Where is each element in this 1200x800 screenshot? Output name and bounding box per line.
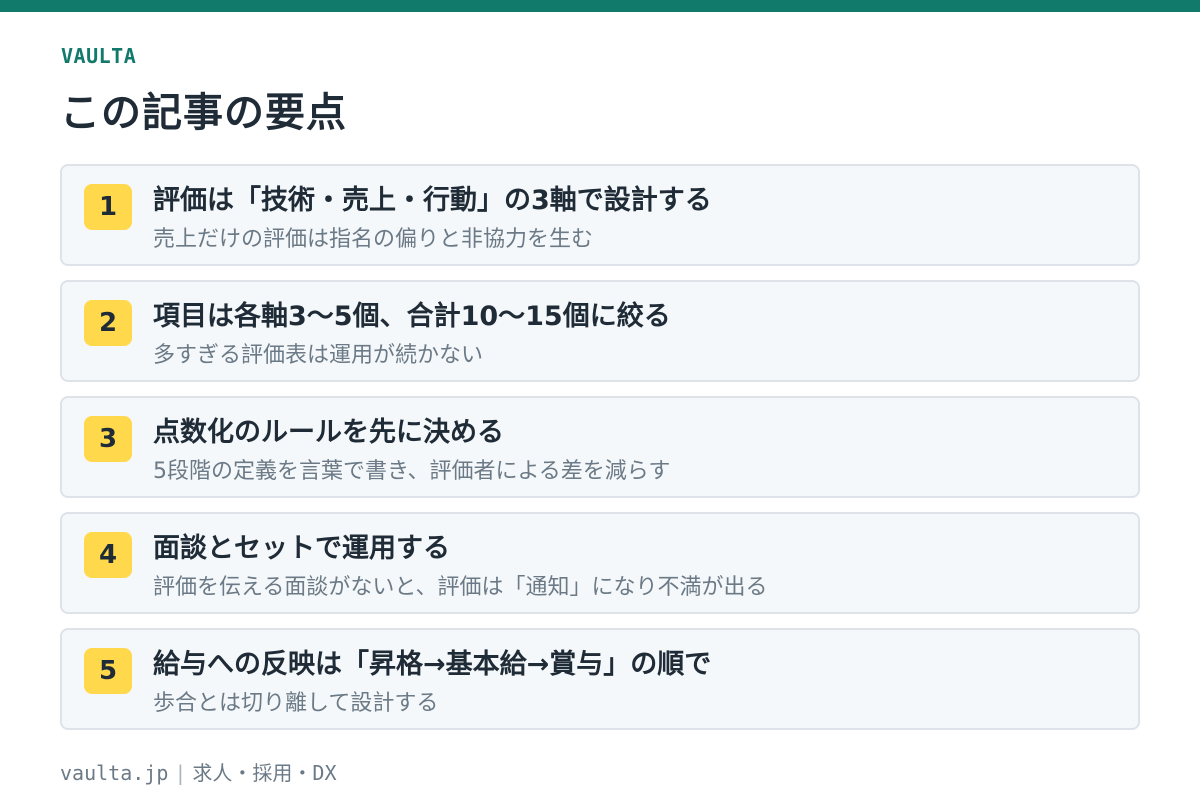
point-description: 5段階の定義を言葉で書き、評価者による差を減らす: [153, 459, 671, 484]
key-point-card: 1 評価は「技術・売上・行動」の3軸で設計する 売上だけの評価は指名の偏りと非協…: [60, 164, 1140, 266]
footer: vaulta.jp | 求人・採用・DX: [60, 757, 337, 786]
footer-tagline: 求人・採用・DX: [192, 761, 337, 785]
page-title: この記事の要点: [60, 90, 347, 136]
key-point-card: 3 点数化のルールを先に決める 5段階の定義を言葉で書き、評価者による差を減らす: [60, 396, 1140, 498]
point-number-badge: 1: [84, 184, 132, 230]
point-description: 多すぎる評価表は運用が続かない: [153, 343, 484, 368]
point-number-badge: 2: [84, 300, 132, 346]
point-title: 面談とセットで運用する: [153, 533, 450, 564]
footer-site-link[interactable]: vaulta.jp: [60, 761, 168, 785]
point-title: 評価は「技術・売上・行動」の3軸で設計する: [153, 185, 712, 216]
point-description: 歩合とは切り離して設計する: [153, 691, 439, 716]
point-title: 項目は各軸3〜5個、合計10〜15個に絞る: [153, 301, 671, 332]
point-title: 給与への反映は「昇格→基本給→賞与」の順で: [153, 649, 712, 680]
point-description: 評価を伝える面談がないと、評価は「通知」になり不満が出る: [153, 575, 768, 600]
point-title: 点数化のルールを先に決める: [153, 417, 504, 448]
point-number-badge: 4: [84, 532, 132, 578]
key-point-card: 4 面談とセットで運用する 評価を伝える面談がないと、評価は「通知」になり不満が…: [60, 512, 1140, 614]
point-number-badge: 3: [84, 416, 132, 462]
key-points-list: 1 評価は「技術・売上・行動」の3軸で設計する 売上だけの評価は指名の偏りと非協…: [60, 164, 1140, 744]
point-description: 売上だけの評価は指名の偏りと非協力を生む: [153, 227, 594, 252]
point-number-badge: 5: [84, 648, 132, 694]
footer-separator: |: [174, 761, 187, 785]
key-point-card: 5 給与への反映は「昇格→基本給→賞与」の順で 歩合とは切り離して設計する: [60, 628, 1140, 730]
brand-name: VAULTA: [61, 44, 137, 68]
key-point-card: 2 項目は各軸3〜5個、合計10〜15個に絞る 多すぎる評価表は運用が続かない: [60, 280, 1140, 382]
top-accent-bar: [0, 0, 1200, 12]
